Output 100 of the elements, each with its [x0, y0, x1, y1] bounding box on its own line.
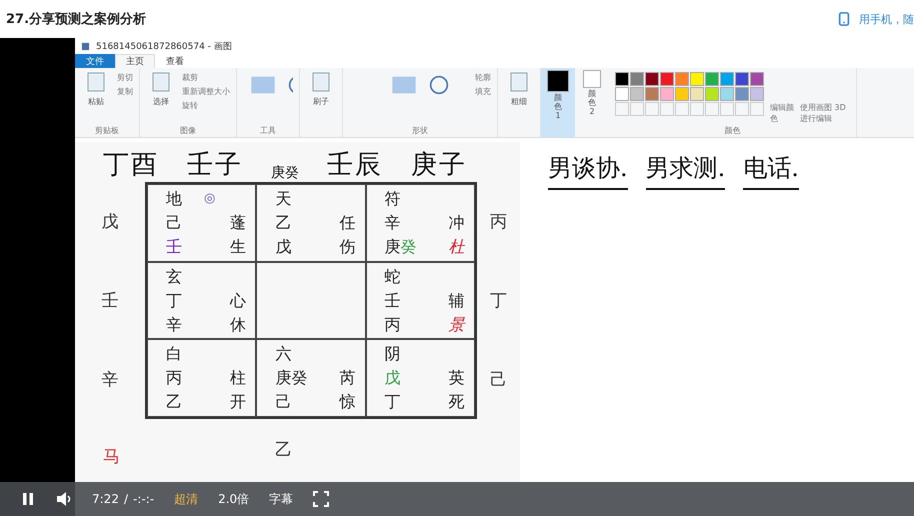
cell-text: 壬	[384, 290, 401, 312]
cell-text: 己	[166, 212, 182, 234]
cell-text: 己	[275, 391, 292, 414]
color-swatch[interactable]	[675, 87, 689, 101]
cell-text: 辅	[448, 290, 465, 312]
cell-text: 玄	[166, 266, 182, 288]
empty-color-slot[interactable]	[750, 102, 764, 116]
empty-color-slot[interactable]	[660, 102, 674, 116]
edit-colors-button[interactable]: 编辑颜色	[770, 102, 794, 124]
speed-button[interactable]: 2.0倍	[218, 490, 250, 508]
cell-text: 任	[339, 212, 356, 234]
color-swatch[interactable]	[735, 87, 749, 101]
color-swatch[interactable]	[720, 72, 734, 86]
group-label: 形状	[411, 125, 429, 137]
ribbon-button[interactable]: 选择	[146, 70, 176, 125]
cell-text: 庚	[384, 236, 401, 258]
color-swatch[interactable]	[645, 87, 659, 101]
cell-text: 开	[230, 391, 246, 414]
mobile-link[interactable]: 用手机，随	[859, 12, 914, 26]
ribbon-button[interactable]: 粘贴	[81, 70, 111, 125]
ribbon-tab[interactable]: 主页	[115, 54, 155, 68]
group-label: 剪贴板	[94, 125, 120, 137]
cell-text: 柱	[230, 367, 246, 390]
horse-label: 马	[103, 446, 120, 468]
ribbon-item[interactable]: 剪切	[117, 72, 133, 83]
phone-icon	[837, 9, 851, 29]
color-selector[interactable]: 颜色 1	[541, 68, 575, 137]
cell-text: 天	[275, 188, 292, 210]
ribbon-item[interactable]: 重新调整大小	[182, 86, 230, 97]
color-swatch[interactable]	[660, 87, 674, 101]
paint3d-button[interactable]: 使用画图 3D 进行编辑	[800, 102, 850, 124]
ribbon-item[interactable]: 裁剪	[182, 72, 230, 83]
ribbon-tab[interactable]: 文件	[75, 54, 115, 68]
color-label: 颜色 2	[587, 90, 597, 116]
color-swatch[interactable]	[615, 87, 629, 101]
handwritten-text: 壬辰	[327, 149, 383, 182]
pause-icon[interactable]	[20, 491, 36, 507]
window-title: 5168145061872860574 - 画图	[96, 40, 232, 52]
empty-color-slot[interactable]	[645, 102, 659, 116]
side-label: 壬	[102, 290, 118, 312]
ribbon-item[interactable]: 复制	[117, 86, 133, 97]
cell-text: 杜	[448, 236, 465, 258]
empty-color-slot[interactable]	[690, 102, 704, 116]
cell-text: 辛	[384, 212, 401, 234]
cell-text: 伤	[339, 236, 356, 258]
cell-text: 丙	[384, 314, 401, 336]
cell-text: 休	[230, 314, 246, 336]
ribbon-button[interactable]: 刷子	[306, 70, 336, 125]
color-swatch[interactable]	[690, 72, 704, 86]
side-label: 戊	[102, 211, 118, 233]
ribbon-item[interactable]: 旋转	[182, 100, 230, 111]
color-swatch[interactable]	[750, 72, 764, 86]
side-label: 乙	[275, 439, 292, 461]
group-label: 图像	[179, 125, 197, 137]
fullscreen-icon[interactable]	[313, 491, 330, 507]
color-selector[interactable]: 颜色 2	[575, 68, 609, 137]
empty-color-slot[interactable]	[735, 102, 749, 116]
ribbon-item[interactable]: 填充	[475, 86, 491, 97]
volume-icon[interactable]	[56, 491, 72, 507]
color-swatch[interactable]	[705, 72, 719, 86]
handwritten-note: 电话.	[743, 152, 799, 190]
ribbon-button[interactable]: 粗细	[504, 70, 534, 125]
cell-text: 死	[448, 391, 465, 414]
cell-text: 白	[166, 343, 182, 366]
color-swatch[interactable]	[615, 72, 629, 86]
save-icon[interactable]	[81, 42, 90, 50]
color-swatch[interactable]	[735, 72, 749, 86]
cell-text: 蛇	[384, 266, 401, 288]
cell-text: 地	[166, 188, 182, 210]
color-swatch[interactable]	[630, 72, 644, 86]
color-swatch[interactable]	[705, 87, 719, 101]
color-preview	[547, 70, 569, 92]
color-swatch[interactable]	[675, 72, 689, 86]
subtitles-button[interactable]: 字幕	[269, 490, 294, 508]
handwritten-text: 壬子	[187, 149, 243, 182]
cell-text: 戊	[275, 236, 292, 258]
empty-color-slot[interactable]	[705, 102, 719, 116]
lesson-title: 27.分享预测之案例分析	[6, 10, 146, 28]
side-label: 己	[490, 369, 507, 391]
cell-text: 壬	[166, 236, 182, 258]
cell-text: 庚癸	[275, 367, 308, 390]
circle-mark: ◎	[204, 190, 216, 208]
color-swatch[interactable]	[660, 72, 674, 86]
color-swatch[interactable]	[645, 72, 659, 86]
cell-text: 乙	[275, 212, 292, 234]
side-label: 辛	[102, 369, 118, 391]
handwritten-text: 丁酉	[103, 149, 159, 182]
empty-color-slot[interactable]	[720, 102, 734, 116]
duration: -:-:-	[133, 492, 154, 506]
cell-text: 戊	[384, 367, 401, 390]
color-swatch[interactable]	[750, 87, 764, 101]
color-swatch[interactable]	[690, 87, 704, 101]
color-swatch[interactable]	[630, 87, 644, 101]
color-swatch[interactable]	[720, 87, 734, 101]
empty-color-slot[interactable]	[630, 102, 644, 116]
quality-button[interactable]: 超清	[174, 490, 198, 508]
ribbon-item[interactable]: 轮廓	[475, 72, 491, 83]
empty-color-slot[interactable]	[675, 102, 689, 116]
empty-color-slot[interactable]	[615, 102, 629, 116]
current-time: 7:22	[92, 492, 119, 506]
